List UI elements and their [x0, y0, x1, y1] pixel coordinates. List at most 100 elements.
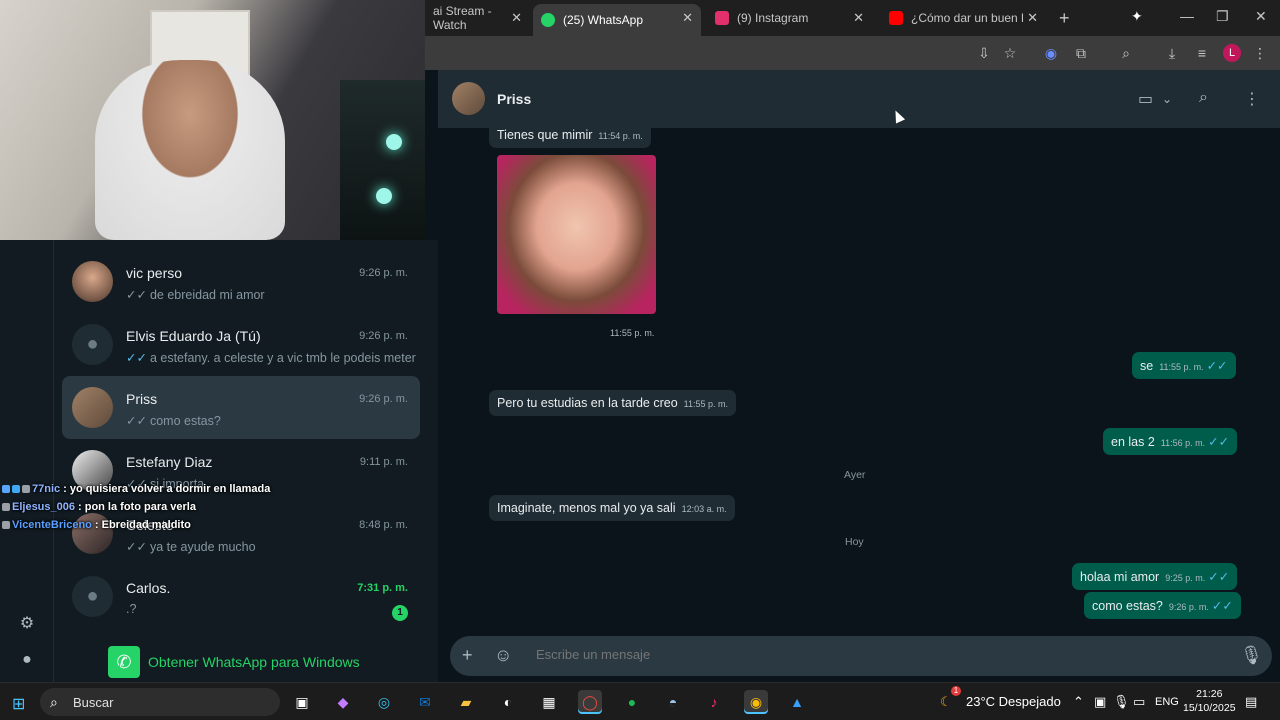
maximize-icon[interactable]: ❐ — [1216, 8, 1229, 25]
chevron-up-icon[interactable]: ⌃ — [1073, 694, 1084, 710]
media-control-icon[interactable]: ≡ — [1193, 44, 1211, 62]
gemini-icon[interactable]: ✦ — [1131, 8, 1143, 25]
new-tab-button[interactable]: + — [1059, 8, 1070, 29]
microphone-icon[interactable]: 🎙 — [1113, 694, 1130, 710]
chrome-icon[interactable]: ◉ — [744, 690, 768, 714]
double-check-icon: ✓✓ — [126, 414, 147, 428]
extensions-puzzle-icon[interactable]: ⧉ — [1072, 44, 1090, 62]
get-app-label: Obtener WhatsApp para Windows — [148, 654, 360, 670]
camera-icon[interactable]: ▭ — [1133, 694, 1145, 710]
message-image[interactable] — [497, 155, 656, 314]
install-app-icon[interactable]: ⇩ — [975, 44, 993, 62]
search-icon[interactable]: ⌕ — [1199, 89, 1208, 107]
chat-preview: ✓✓ a estefany. a celeste y a vic tmb le p… — [126, 350, 416, 365]
browser-menu-icon[interactable]: ⋮ — [1251, 44, 1269, 62]
emoji-icon[interactable]: ☺ — [494, 645, 512, 666]
attach-plus-icon[interactable]: + — [462, 645, 473, 666]
profile-avatar[interactable]: L — [1223, 44, 1241, 62]
tab-youtube[interactable]: ¿Cómo dar un buen beso ✕ — [881, 4, 1046, 32]
chat-item-elvis[interactable]: ● Elvis Eduardo Ja (Tú) 9:26 p. m. ✓✓ a e… — [62, 313, 420, 376]
taskbar-search[interactable]: ⌕ Buscar — [40, 688, 280, 716]
close-tab-icon[interactable]: ✕ — [511, 10, 522, 26]
tab-whatsapp[interactable]: (25) WhatsApp ✕ — [533, 4, 701, 36]
windows-start-icon[interactable]: ⊞ — [12, 694, 25, 714]
message-outgoing[interactable]: se 11:55 p. m. ✓✓ — [1132, 352, 1236, 379]
chat-username: 77nic — [32, 483, 61, 495]
language-indicator[interactable]: ENG — [1155, 696, 1179, 708]
badge-icon — [2, 485, 10, 493]
system-clock[interactable]: 21:26 15/10/2025 — [1183, 687, 1236, 715]
chat-preview: ✓✓ de ebreidad mi amor — [126, 287, 265, 302]
weather-badge: 1 — [951, 686, 961, 696]
copilot-icon[interactable]: ◆ — [331, 690, 355, 714]
preview-text: como estas? — [149, 414, 221, 428]
chat-list: vic perso 9:26 p. m. ✓✓ de ebreidad mi am… — [62, 250, 420, 628]
profile-icon[interactable]: ● — [17, 650, 37, 670]
tab-search-icon[interactable]: ⌕ — [1117, 44, 1135, 62]
tray-app-icon[interactable]: ▣ — [1094, 694, 1106, 710]
message-outgoing[interactable]: holaa mi amor 9:25 p. m. ✓✓ — [1072, 563, 1238, 590]
task-view-icon[interactable]: ▣ — [290, 690, 314, 714]
tab-title: ai Stream - Watch — [433, 4, 492, 32]
conversation-header[interactable]: Priss ▭ ⌄ ⌕ ⋮ — [438, 70, 1280, 128]
double-check-icon: ✓✓ — [126, 540, 147, 554]
message-time: 11:55 p. m. — [683, 399, 729, 409]
chevron-down-icon[interactable]: ⌄ — [1162, 92, 1172, 106]
bookmark-star-icon[interactable]: ☆ — [1001, 44, 1019, 62]
extension-icon[interactable]: ◉ — [1042, 44, 1060, 62]
tab-title: (9) Instagram — [737, 11, 809, 25]
contact-name[interactable]: Priss — [497, 91, 531, 107]
chat-item-priss[interactable]: Priss 9:26 p. m. ✓✓ como estas? — [62, 376, 420, 439]
outlook-icon[interactable]: ✉ — [413, 690, 437, 714]
photos-icon[interactable]: ▲ — [785, 690, 809, 714]
tab-instagram[interactable]: (9) Instagram ✕ — [707, 4, 872, 32]
double-check-icon: ✓✓ — [126, 351, 147, 365]
close-tab-icon[interactable]: ✕ — [682, 10, 693, 26]
message-incoming[interactable]: Tienes que mimir 11:54 p. m. — [489, 122, 651, 148]
streamer-face — [95, 60, 285, 240]
preview-text: a estefany. a celeste y a vic tmb le pod… — [149, 351, 416, 365]
contact-avatar[interactable] — [452, 82, 485, 115]
chat-item-vic-perso[interactable]: vic perso 9:26 p. m. ✓✓ de ebreidad mi am… — [62, 250, 420, 313]
chat-time: 9:26 p. m. — [359, 330, 408, 342]
default-avatar-icon: ● — [72, 576, 113, 617]
app-icon[interactable]: ◐ — [496, 690, 520, 714]
message-list: Tienes que mimir 11:54 p. m. 11:55 p. m. … — [438, 122, 1280, 628]
message-outgoing[interactable]: como estas? 9:26 p. m. ✓✓ — [1084, 592, 1241, 619]
weather-icon[interactable]: ☾ — [940, 694, 952, 710]
chat-message-text: : pon la foto para verla — [78, 501, 196, 513]
close-tab-icon[interactable]: ✕ — [1027, 10, 1038, 26]
message-time: 11:54 p. m. — [598, 131, 643, 141]
steam-icon[interactable]: ◓ — [661, 690, 685, 714]
notifications-icon[interactable]: ▤ — [1245, 694, 1257, 710]
chat-item-carlos[interactable]: ● Carlos. 7:31 p. m. .? 1 — [62, 565, 420, 628]
message-outgoing[interactable]: en las 2 11:56 p. m. ✓✓ — [1103, 428, 1238, 455]
tab-stream[interactable]: ai Stream - Watch ✕ — [425, 4, 530, 32]
opera-icon[interactable]: ◯ — [578, 690, 602, 714]
message-text: se — [1140, 359, 1154, 373]
edge-icon[interactable]: ◎ — [372, 690, 396, 714]
message-text: en las 2 — [1111, 435, 1155, 449]
spotify-icon[interactable]: ● — [620, 690, 644, 714]
video-call-icon[interactable]: ▭ — [1138, 89, 1153, 109]
menu-kebab-icon[interactable]: ⋮ — [1244, 89, 1260, 109]
message-incoming[interactable]: Imaginate, menos mal yo ya sali 12:03 a. … — [489, 495, 735, 521]
downloads-icon[interactable]: ⤓ — [1163, 44, 1181, 62]
settings-gear-icon[interactable]: ⚙ — [17, 614, 37, 634]
browser-tab-strip: ai Stream - Watch ✕ (25) WhatsApp ✕ (9) … — [425, 0, 1280, 36]
file-explorer-icon[interactable]: ▰ — [454, 690, 478, 714]
message-input[interactable] — [536, 647, 1236, 662]
day-separator: Hoy — [845, 536, 864, 548]
chat-name: Elvis Eduardo Ja (Tú) — [126, 328, 261, 344]
desktop-screen: ai Stream - Watch ✕ (25) WhatsApp ✕ (9) … — [0, 0, 1280, 720]
message-incoming[interactable]: Pero tu estudias en la tarde creo 11:55 p… — [489, 390, 737, 416]
get-whatsapp-windows-link[interactable]: ✆ Obtener WhatsApp para Windows — [108, 646, 360, 678]
weather-text[interactable]: 23°C Despejado — [966, 694, 1061, 709]
close-tab-icon[interactable]: ✕ — [853, 10, 864, 26]
microphone-icon[interactable]: 🎙 — [1240, 645, 1263, 666]
close-window-icon[interactable]: ✕ — [1255, 8, 1267, 25]
store-icon[interactable]: ▦ — [537, 690, 561, 714]
tiktok-icon[interactable]: ♪ — [702, 690, 726, 714]
minimize-icon[interactable]: — — [1180, 8, 1194, 24]
chat-preview: ✓✓ como estas? — [126, 413, 221, 428]
